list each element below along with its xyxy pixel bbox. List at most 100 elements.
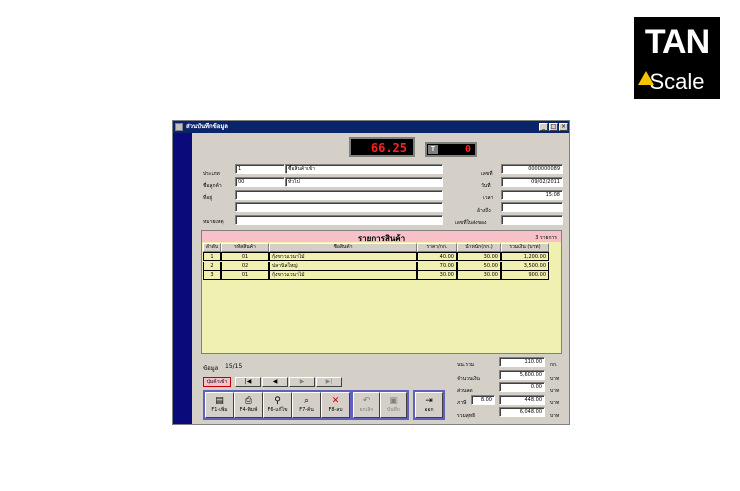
ref-label: อ้างถึง	[477, 208, 491, 214]
tare-display: T 0	[425, 142, 477, 157]
exit-button[interactable]: ⇥ ออก	[415, 392, 443, 418]
discount-field[interactable]: 0.00	[499, 382, 545, 392]
exit-label: ออก	[424, 407, 434, 413]
delete-label: F8-ลบ	[328, 407, 343, 413]
col-header-seq[interactable]: ลำดับ	[203, 243, 221, 252]
delivery-no-label: เลขที่ใบส่งของ	[455, 220, 487, 226]
date-field[interactable]: 09/02/2011	[501, 177, 563, 187]
type-label: ประเภท	[203, 171, 220, 177]
edit-label: F6-แก้ไข	[267, 407, 288, 413]
floppy-icon: ▣	[389, 396, 398, 406]
record-value: 15/15	[225, 363, 243, 370]
vat-unit: บาท	[550, 400, 560, 406]
doc-no-label: เลขที่	[481, 171, 493, 177]
col-header-name[interactable]: ชื่อสินค้า	[269, 243, 417, 252]
table-row-1-weight[interactable]: 30.00	[457, 252, 501, 261]
col-header-price[interactable]: ราคา/กก.	[417, 243, 457, 252]
discount-label: ส่วนลด	[457, 388, 473, 394]
table-row-2-weight[interactable]: 50.00	[457, 262, 501, 271]
find-label: F7-ค้น	[299, 407, 314, 413]
table-row-3-total[interactable]: 900.00	[501, 271, 549, 280]
table-row-3-name[interactable]: กุ้งขาวแวนาไม้	[269, 271, 417, 280]
add-icon: ▤	[215, 396, 224, 406]
table-row-3-seq[interactable]: 3	[203, 271, 221, 280]
time-field[interactable]: 15:08	[501, 190, 563, 200]
table-row-2-code[interactable]: 02	[221, 262, 269, 271]
app-window: ส่วนบันทึกข้อมูล _ □ × 66.25 T 0 ประเภท …	[172, 120, 570, 425]
logo-text-tan: TAN	[644, 23, 710, 61]
vat-label: ภาษี	[457, 400, 467, 406]
vat-rate-field[interactable]: 8.00	[471, 395, 495, 405]
col-header-code[interactable]: รหัสสินค้า	[221, 243, 269, 252]
maximize-button[interactable]: □	[549, 123, 558, 131]
amount-label: จำนวนเงิน	[457, 376, 480, 382]
last-record-button[interactable]: ▶|	[316, 377, 342, 387]
tare-label: T	[428, 145, 438, 154]
print-button[interactable]: ⎙ F4-พิมพ์	[234, 392, 263, 418]
table-row-1-seq[interactable]: 1	[203, 252, 221, 261]
weight-display: 66.25	[349, 137, 415, 157]
type-code-field[interactable]: 1	[235, 164, 285, 174]
discount-unit: บาท	[550, 388, 560, 394]
tan-scale-logo: TAN Scale	[634, 17, 720, 99]
col-header-total[interactable]: รวมเงิน (บาท)	[501, 243, 549, 252]
note-field[interactable]	[235, 215, 443, 225]
amount-unit: บาท	[550, 376, 560, 382]
address-label: ที่อยู่	[203, 195, 213, 201]
search-icon: ⌕	[303, 396, 310, 406]
time-label: เวลา	[483, 195, 494, 201]
table-row-2-seq[interactable]: 2	[203, 262, 221, 271]
item-count: 3 รายการ	[535, 235, 557, 241]
cancel-button[interactable]: ↶ ยกเลิก	[353, 392, 380, 418]
table-row-2-price[interactable]: 70.00	[417, 262, 457, 271]
ref-field[interactable]	[501, 202, 563, 212]
customer-name-field[interactable]: ทั่วไป	[285, 177, 443, 187]
net-field: 6,048.00	[499, 407, 545, 417]
address-field-2[interactable]	[235, 202, 443, 212]
add-button[interactable]: ▤ F1-เพิ่ม	[205, 392, 234, 418]
vat-field: 448.00	[499, 395, 545, 405]
table-row-3-weight[interactable]: 30.00	[457, 271, 501, 280]
table-row-1-price[interactable]: 40.00	[417, 252, 457, 261]
doc-no-field[interactable]: 0000000089	[501, 164, 563, 174]
delete-button[interactable]: ✕ F8-ลบ	[321, 392, 350, 418]
save-label: บันทึก	[387, 407, 400, 413]
delete-x-icon: ✕	[331, 396, 340, 406]
close-button[interactable]: ×	[559, 123, 568, 131]
cancel-label: ยกเลิก	[359, 407, 374, 413]
table-row-2-name[interactable]: ปลานิลใหญ่	[269, 262, 417, 271]
minimize-button[interactable]: _	[539, 123, 548, 131]
table-row-2-total[interactable]: 3,500.00	[501, 262, 549, 271]
add-label: F1-เพิ่ม	[211, 407, 228, 413]
table-row-1-name[interactable]: กุ้งขาวแวนาไม้	[269, 252, 417, 261]
find-button[interactable]: ⌕ F7-ค้น	[292, 392, 321, 418]
col-header-weight[interactable]: น้ำหนัก(กก.)	[457, 243, 501, 252]
total-weight-field: 110.00	[499, 357, 545, 367]
table-row-1-total[interactable]: 1,200.00	[501, 252, 549, 261]
total-weight-unit: กก.	[550, 362, 558, 368]
weight-value: 66.25	[370, 141, 407, 155]
date-label: วันที่	[481, 183, 491, 189]
customer-code-field[interactable]: 00	[235, 177, 285, 187]
print-label: F4-พิมพ์	[239, 407, 258, 413]
net-label: รวมสุทธิ	[457, 413, 476, 419]
table-row-3-code[interactable]: 01	[221, 271, 269, 280]
type-name-field[interactable]: ซื้อสินค้าเข้า	[285, 164, 443, 174]
prev-record-button[interactable]: ◀	[262, 377, 288, 387]
items-grid: รายการสินค้า 3 รายการ ลำดับ รหัสสินค้า ช…	[201, 230, 562, 354]
edit-button[interactable]: ⚲ F6-แก้ไข	[263, 392, 292, 418]
tare-value: 0	[464, 144, 471, 155]
title-bar: ส่วนบันทึกข้อมูล _ □ ×	[173, 121, 569, 133]
net-unit: บาท	[550, 413, 560, 419]
logo-text-scale: Scale	[649, 69, 705, 94]
table-row-3-price[interactable]: 30.00	[417, 271, 457, 280]
table-row-1-code[interactable]: 01	[221, 252, 269, 261]
history-button[interactable]: ปุ่มค้าเข้า	[203, 377, 231, 387]
app-icon	[175, 123, 183, 131]
record-label: ข้อมูล	[203, 365, 219, 372]
first-record-button[interactable]: |◀	[235, 377, 261, 387]
save-button[interactable]: ▣ บันทึก	[380, 392, 407, 418]
delivery-no-field[interactable]	[501, 215, 563, 225]
next-record-button[interactable]: ▶	[289, 377, 315, 387]
address-field-1[interactable]	[235, 190, 443, 200]
